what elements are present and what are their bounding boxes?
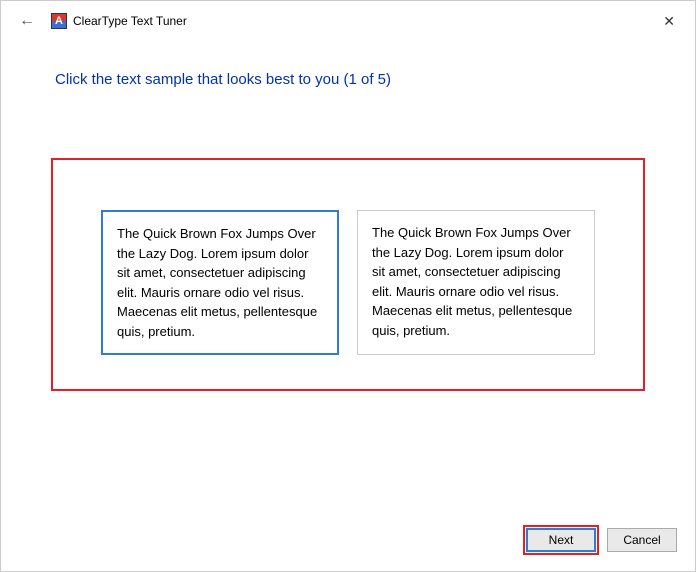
text-sample-2[interactable]: The Quick Brown Fox Jumps Over the Lazy … [357, 210, 595, 355]
close-icon[interactable]: ✕ [653, 9, 685, 34]
text-sample-1-content: The Quick Brown Fox Jumps Over the Lazy … [117, 226, 317, 339]
content-area: Click the text sample that looks best to… [1, 41, 695, 411]
page-heading: Click the text sample that looks best to… [55, 71, 645, 88]
footer-buttons: Next Cancel [523, 525, 677, 555]
app-icon: A [51, 13, 67, 29]
titlebar: ← A ClearType Text Tuner ✕ [1, 1, 695, 41]
back-arrow-icon[interactable]: ← [11, 8, 43, 34]
text-sample-1[interactable]: The Quick Brown Fox Jumps Over the Lazy … [101, 210, 339, 355]
next-highlight-box: Next [523, 525, 599, 555]
samples-highlight-box: The Quick Brown Fox Jumps Over the Lazy … [51, 158, 645, 391]
text-sample-2-content: The Quick Brown Fox Jumps Over the Lazy … [372, 225, 572, 338]
cancel-button[interactable]: Cancel [607, 528, 677, 552]
window-title: ClearType Text Tuner [73, 14, 187, 28]
next-button[interactable]: Next [526, 528, 596, 552]
